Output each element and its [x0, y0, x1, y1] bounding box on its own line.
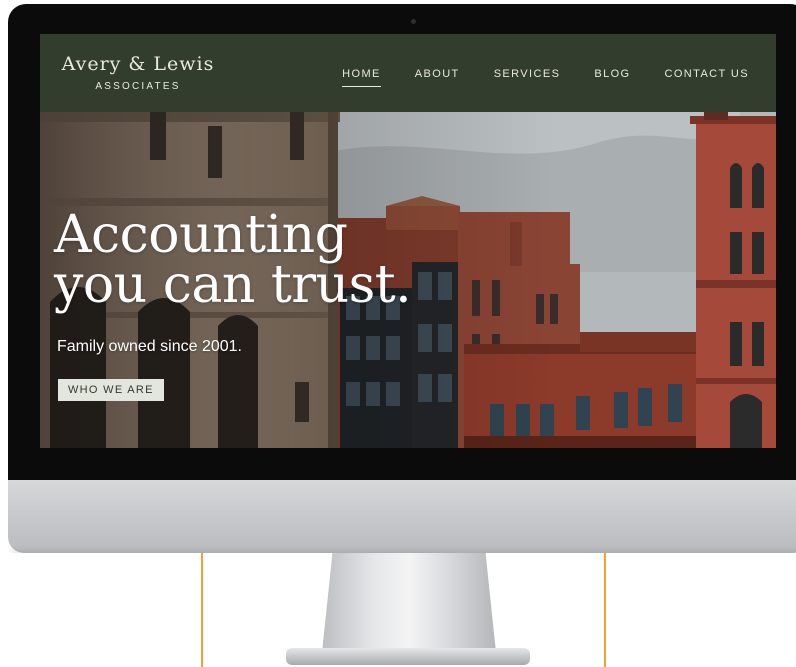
- nav-contact-us[interactable]: CONTACT US: [665, 68, 750, 80]
- product-mockup: Avery & Lewis ASSOCIATES HOME ABOUT SERV…: [0, 0, 796, 667]
- nav-blog[interactable]: BLOG: [594, 68, 630, 80]
- site-header: Avery & Lewis ASSOCIATES HOME ABOUT SERV…: [40, 34, 776, 112]
- logo-name: Avery & Lewis: [61, 53, 215, 75]
- nav-home[interactable]: HOME: [342, 68, 381, 87]
- logo-subtitle: ASSOCIATES: [95, 81, 181, 92]
- site-logo[interactable]: Avery & Lewis ASSOCIATES: [58, 52, 218, 95]
- nav-about[interactable]: ABOUT: [415, 68, 460, 80]
- who-we-are-button[interactable]: WHO WE ARE: [58, 379, 164, 401]
- monitor-chin: [8, 480, 796, 553]
- main-nav: HOME ABOUT SERVICES BLOG CONTACT US: [308, 68, 750, 87]
- monitor-screen: Avery & Lewis ASSOCIATES HOME ABOUT SERV…: [40, 34, 776, 448]
- hero-section: Accounting you can trust. Family owned s…: [40, 112, 776, 448]
- hero-tagline: Family owned since 2001.: [57, 338, 242, 355]
- camera-icon: [411, 19, 416, 24]
- monitor-stand-base: [286, 648, 530, 665]
- hero-heading-line-1: Accounting: [54, 205, 348, 265]
- monitor-stand-neck: [322, 553, 496, 653]
- nav-services[interactable]: SERVICES: [494, 68, 561, 80]
- hero-heading: Accounting you can trust.: [54, 205, 412, 315]
- hero-heading-line-2: you can trust.: [54, 255, 412, 315]
